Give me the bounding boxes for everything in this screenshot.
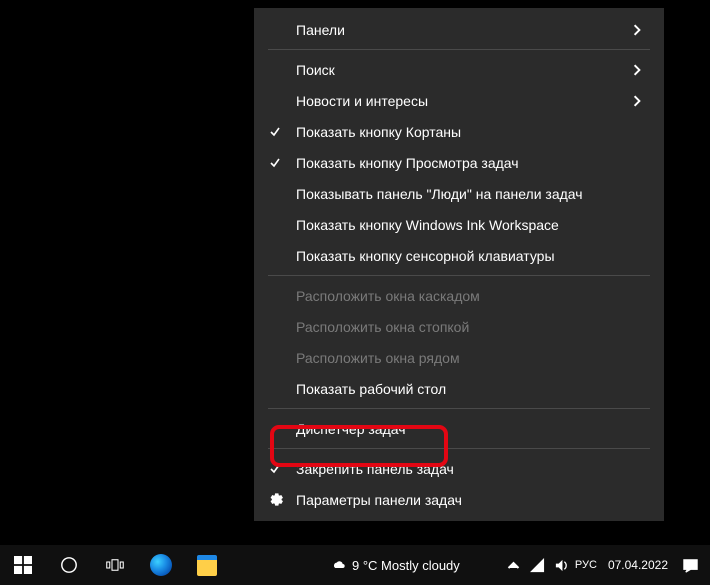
explorer-button[interactable] [184, 545, 230, 585]
menu-item-search[interactable]: Поиск [254, 54, 664, 85]
menu-item-ink[interactable]: Показать кнопку Windows Ink Workspace [254, 209, 664, 240]
menu-separator [268, 49, 650, 50]
menu-item-show-desktop[interactable]: Показать рабочий стол [254, 373, 664, 404]
edge-button[interactable] [138, 545, 184, 585]
folder-icon [197, 555, 217, 576]
menu-separator [268, 408, 650, 409]
menu-label: Панели [296, 22, 628, 38]
menu-item-people[interactable]: Показывать панель "Люди" на панели задач [254, 178, 664, 209]
menu-label: Поиск [296, 62, 628, 78]
taskbar-context-menu: Панели Поиск Новости и интересы Показать… [254, 8, 664, 521]
menu-item-lock-taskbar[interactable]: Закрепить панель задач [254, 453, 664, 484]
menu-label: Показать рабочий стол [296, 381, 628, 397]
cortana-button[interactable] [46, 545, 92, 585]
menu-label: Параметры панели задач [296, 492, 628, 508]
menu-label: Показать кнопку Windows Ink Workspace [296, 217, 628, 233]
chevron-right-icon [628, 24, 646, 36]
check-icon [254, 157, 296, 169]
weather-icon [330, 556, 346, 575]
menu-item-task-manager[interactable]: Диспетчер задач [254, 413, 664, 444]
menu-label: Показывать панель "Люди" на панели задач [296, 186, 628, 202]
menu-item-taskview[interactable]: Показать кнопку Просмотра задач [254, 147, 664, 178]
check-icon [254, 126, 296, 138]
tray-chevron-icon[interactable] [502, 558, 526, 573]
taskview-button[interactable] [92, 545, 138, 585]
menu-label: Показать кнопку Кортаны [296, 124, 628, 140]
menu-label: Расположить окна стопкой [296, 319, 628, 335]
menu-item-keyboard[interactable]: Показать кнопку сенсорной клавиатуры [254, 240, 664, 271]
network-icon[interactable] [526, 558, 550, 573]
weather-widget[interactable]: 9 °C Mostly cloudy [330, 545, 460, 585]
chevron-right-icon [628, 95, 646, 107]
system-tray: РУС 07.04.2022 [502, 545, 710, 585]
menu-label: Показать кнопку Просмотра задач [296, 155, 628, 171]
menu-separator [268, 275, 650, 276]
start-button[interactable] [0, 545, 46, 585]
menu-item-news[interactable]: Новости и интересы [254, 85, 664, 116]
menu-label: Новости и интересы [296, 93, 628, 109]
menu-item-taskbar-settings[interactable]: Параметры панели задач [254, 484, 664, 515]
weather-text: 9 °C Mostly cloudy [352, 558, 460, 573]
menu-item-panels[interactable]: Панели [254, 14, 664, 45]
menu-item-side-by-side: Расположить окна рядом [254, 342, 664, 373]
gear-icon [254, 492, 296, 507]
edge-icon [150, 554, 172, 576]
check-icon [254, 463, 296, 475]
menu-label: Диспетчер задач [296, 421, 628, 437]
menu-item-cascade: Расположить окна каскадом [254, 280, 664, 311]
menu-label: Расположить окна каскадом [296, 288, 628, 304]
menu-item-stack: Расположить окна стопкой [254, 311, 664, 342]
taskbar-date[interactable]: 07.04.2022 [598, 558, 678, 572]
language-icon[interactable]: РУС [574, 559, 598, 571]
action-center-icon[interactable] [678, 558, 702, 573]
menu-separator [268, 448, 650, 449]
menu-label: Показать кнопку сенсорной клавиатуры [296, 248, 628, 264]
menu-label: Закрепить панель задач [296, 461, 628, 477]
volume-icon[interactable] [550, 558, 574, 573]
menu-label: Расположить окна рядом [296, 350, 628, 366]
taskbar[interactable]: 9 °C Mostly cloudy РУС 07.04.2022 [0, 545, 710, 585]
menu-item-cortana[interactable]: Показать кнопку Кортаны [254, 116, 664, 147]
chevron-right-icon [628, 64, 646, 76]
